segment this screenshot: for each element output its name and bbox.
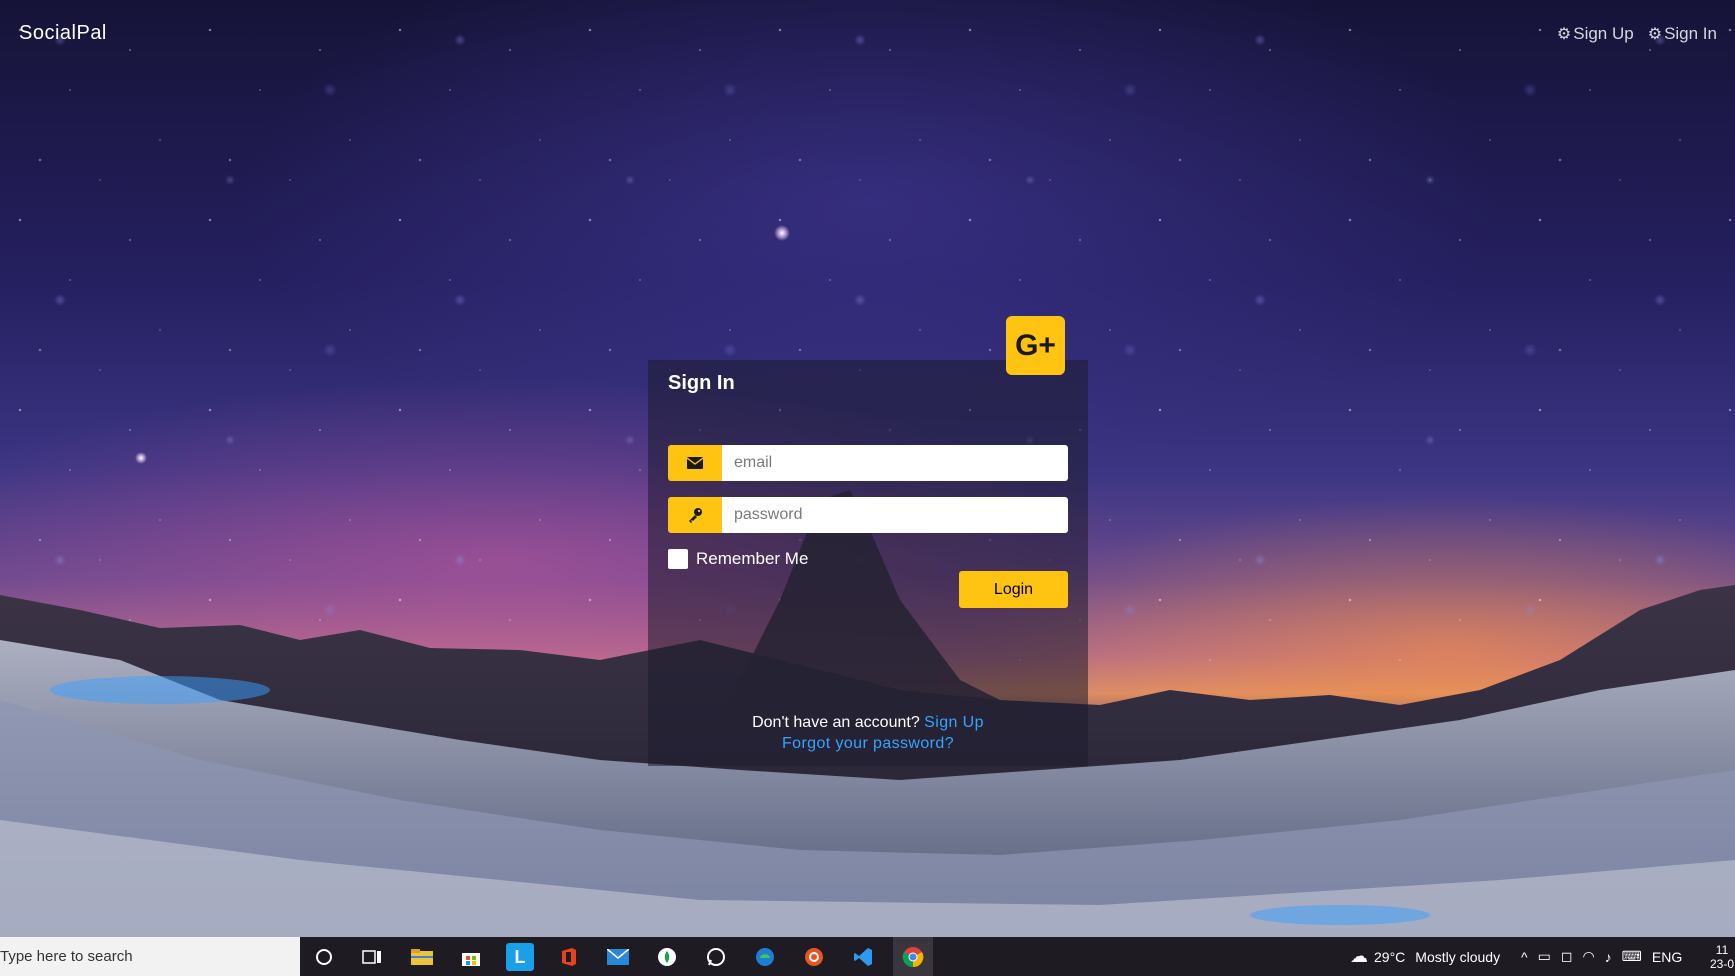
signin-title: Sign In [668,372,735,394]
windows-taskbar: Type here to search L ☁ 29°C Mostly clou… [0,937,1735,976]
gear-icon: ⚙ [1647,26,1663,43]
office-icon[interactable] [555,943,583,971]
google-plus-icon: G+ [1015,328,1056,362]
taskbar-search-box[interactable]: Type here to search [0,937,300,976]
weather-text: Mostly cloudy [1415,948,1501,965]
forgot-password-link[interactable]: Forgot your password? [782,735,954,752]
taskbar-search-placeholder: Type here to search [0,948,133,965]
signin-card: Sign In Remember Me Login Don't have an … [648,360,1088,766]
clock-date: 23-0 [1710,956,1735,971]
microsoft-store-icon[interactable] [457,943,485,971]
nav-links: ⚙ Sign Up ⚙ Sign In [1557,24,1717,44]
remember-me: Remember Me [668,549,808,569]
password-field-group [668,497,1068,533]
system-tray: ^ ▭ ◻ ◠ ♪ ⌨ ENG [1521,937,1682,976]
file-explorer-icon[interactable] [408,943,436,971]
gear-icon: ⚙ [1556,26,1572,43]
volume-icon[interactable]: ♪ [1605,949,1612,965]
chrome-icon[interactable] [893,937,933,976]
vscode-icon[interactable] [849,943,877,971]
email-field-group [668,445,1068,481]
edge-icon[interactable] [751,943,779,971]
signup-link[interactable]: Sign Up [924,714,984,731]
email-input[interactable] [722,445,1068,481]
brand-logo[interactable]: SocialPal [19,22,107,45]
signin-footer-links: Don't have an account? Sign Up Forgot yo… [648,712,1088,754]
language-indicator[interactable]: ENG [1652,949,1682,965]
top-navbar: SocialPal ⚙ Sign Up ⚙ Sign In [0,0,1735,70]
no-account-text: Don't have an account? [752,714,920,731]
evernote-icon[interactable] [653,943,681,971]
chevron-up-icon[interactable]: ^ [1521,949,1528,965]
whatsapp-icon[interactable] [702,943,730,971]
nav-signup-link[interactable]: ⚙ Sign Up [1557,24,1634,44]
battery-icon[interactable]: ▭ [1538,948,1551,965]
google-plus-button[interactable]: G+ [1006,316,1065,375]
task-view-icon[interactable] [358,943,386,971]
nav-signin-link[interactable]: ⚙ Sign In [1648,24,1717,44]
nav-signup-label: Sign Up [1573,24,1634,43]
key-icon [668,497,722,533]
cortana-icon[interactable] [310,943,338,971]
weather-widget[interactable]: ☁ 29°C Mostly cloudy [1350,937,1500,976]
wifi-icon[interactable]: ◠ [1582,948,1594,965]
weather-temp: 29°C [1374,948,1406,965]
password-input[interactable] [722,497,1068,533]
envelope-icon [668,445,722,481]
keyboard-icon[interactable]: ⌨ [1622,948,1642,965]
cloud-icon: ☁ [1350,946,1368,966]
remember-me-checkbox[interactable] [668,549,688,569]
remember-me-label[interactable]: Remember Me [696,549,808,569]
clock[interactable]: 11 23-0 [1710,937,1734,976]
ubuntu-icon[interactable] [800,943,828,971]
app-l-icon[interactable]: L [506,943,534,971]
mail-icon[interactable] [604,943,632,971]
clock-time: 11 [1715,942,1729,957]
login-button[interactable]: Login [959,571,1068,608]
meet-now-icon[interactable]: ◻ [1561,948,1573,965]
nav-signin-label: Sign In [1664,24,1717,43]
